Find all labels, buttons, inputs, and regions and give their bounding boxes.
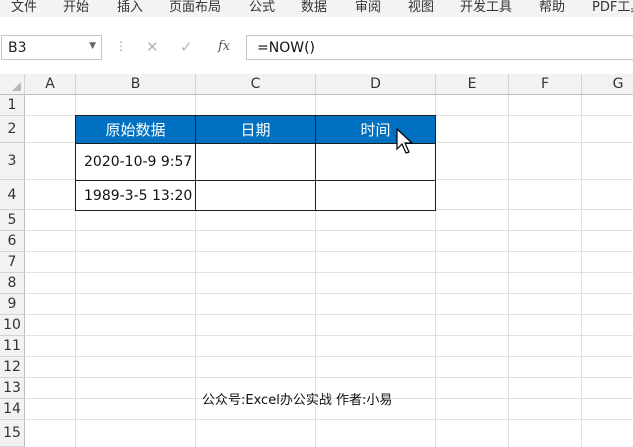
row-header-15[interactable]: 15 (0, 420, 25, 447)
table-cell-b4[interactable]: 1989-3-5 13:20 (75, 180, 196, 211)
tab-developer[interactable]: 开发工具 (460, 0, 512, 17)
row-header-3[interactable]: 3 (0, 143, 25, 180)
row-header-13[interactable]: 13 (0, 378, 25, 399)
column-header-b[interactable]: B (76, 74, 196, 95)
column-header-d[interactable]: D (316, 74, 436, 95)
column-header-f[interactable]: F (509, 74, 582, 95)
select-all-corner[interactable] (0, 74, 25, 95)
gridline (25, 293, 633, 294)
table-cell-c4[interactable] (195, 180, 316, 211)
tab-data[interactable]: 数据 (301, 0, 327, 17)
name-box[interactable]: B3 ▼ (1, 35, 102, 60)
gridline (25, 377, 633, 378)
row-header-14[interactable]: 14 (0, 399, 25, 420)
row-header-1[interactable]: 1 (0, 95, 25, 116)
table-header-raw-data[interactable]: 原始数据 (75, 115, 196, 144)
tab-help[interactable]: 帮助 (539, 0, 565, 17)
table-cell-b3[interactable]: 2020-10-9 9:57 (75, 143, 196, 181)
tab-page-layout[interactable]: 页面布局 (169, 0, 221, 17)
chevron-down-icon[interactable]: ▼ (89, 41, 96, 51)
row-header-6[interactable]: 6 (0, 231, 25, 252)
gridline (25, 419, 633, 420)
gridline (581, 95, 582, 447)
row-header-10[interactable]: 10 (0, 315, 25, 336)
table-header-date[interactable]: 日期 (195, 115, 316, 144)
tab-file[interactable]: 文件 (11, 0, 37, 17)
row-header-5[interactable]: 5 (0, 210, 25, 231)
formula-bar: B3 ▼ ⋮ ✕ ✓ fx =NOW() (0, 30, 633, 64)
row-header-9[interactable]: 9 (0, 294, 25, 315)
row-header-11[interactable]: 11 (0, 336, 25, 357)
column-header-g[interactable]: G (582, 74, 633, 95)
gridline (25, 335, 633, 336)
column-header-a[interactable]: A (25, 74, 76, 95)
tab-view[interactable]: 视图 (408, 0, 434, 17)
row-header-12[interactable]: 12 (0, 357, 25, 378)
tab-home[interactable]: 开始 (63, 0, 89, 17)
footer-note: 公众号:Excel办公实战 作者:小易 (202, 393, 393, 408)
insert-function-button[interactable]: fx (218, 39, 230, 54)
gridline (25, 272, 633, 273)
row-header-7[interactable]: 7 (0, 252, 25, 273)
gridline (25, 314, 633, 315)
table-header-time[interactable]: 时间 (315, 115, 436, 144)
tab-pdf-tools[interactable]: PDF工具 (592, 0, 633, 17)
gridline (508, 95, 509, 447)
row-header-4[interactable]: 4 (0, 180, 25, 210)
formula-input[interactable]: =NOW() (246, 35, 633, 60)
tab-insert[interactable]: 插入 (117, 0, 143, 17)
tab-review[interactable]: 审阅 (355, 0, 381, 17)
grip-icon: ⋮ (115, 39, 127, 53)
row-header-2[interactable]: 2 (0, 116, 25, 143)
gridline (25, 230, 633, 231)
row-header-8[interactable]: 8 (0, 273, 25, 294)
column-header-e[interactable]: E (436, 74, 509, 95)
mouse-pointer-icon (396, 128, 414, 154)
column-header-c[interactable]: C (196, 74, 316, 95)
ribbon-tabs: 文件 开始 插入 页面布局 公式 数据 审阅 视图 开发工具 帮助 PDF工具 (0, 0, 633, 17)
table-cell-d3[interactable] (315, 143, 436, 181)
spreadsheet-grid: A B C D E F G 1 2 3 4 5 6 7 8 9 10 11 12… (0, 74, 633, 447)
name-box-value: B3 (8, 40, 27, 56)
select-all-triangle-icon (12, 82, 21, 91)
formula-text: =NOW() (257, 40, 315, 56)
gridline (25, 356, 633, 357)
table-cell-d4[interactable] (315, 180, 436, 211)
enter-icon[interactable]: ✓ (180, 38, 193, 56)
cancel-icon[interactable]: ✕ (146, 38, 159, 56)
gridline (25, 251, 633, 252)
table-cell-c3[interactable] (195, 143, 316, 181)
tab-formulas[interactable]: 公式 (249, 0, 275, 17)
